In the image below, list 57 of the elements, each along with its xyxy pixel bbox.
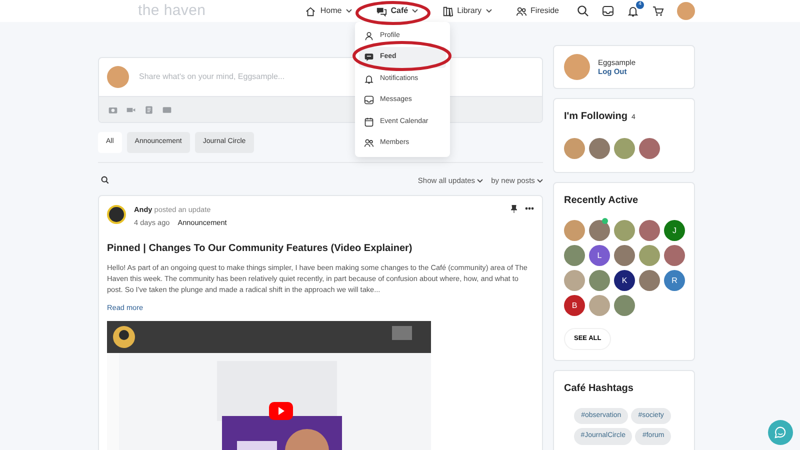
chat-bubble-icon bbox=[364, 52, 374, 62]
play-icon[interactable] bbox=[269, 402, 293, 420]
member-avatar[interactable] bbox=[614, 220, 635, 241]
nav-tab[interactable]: Fireside bbox=[510, 3, 565, 19]
user-avatar bbox=[107, 66, 129, 88]
home-icon bbox=[305, 6, 316, 16]
member-avatar[interactable] bbox=[589, 220, 610, 241]
member-avatar[interactable] bbox=[564, 270, 585, 291]
notifications-icon[interactable] bbox=[627, 5, 639, 17]
cart-icon[interactable] bbox=[652, 5, 664, 17]
member-avatar[interactable] bbox=[589, 295, 610, 316]
more-options-icon[interactable] bbox=[525, 207, 534, 210]
chat-icon bbox=[774, 426, 787, 439]
pin-icon bbox=[511, 204, 517, 213]
user-avatar[interactable] bbox=[564, 54, 590, 80]
inbox-icon[interactable] bbox=[602, 5, 614, 17]
member-avatar[interactable] bbox=[564, 138, 585, 159]
member-avatar[interactable]: K bbox=[614, 270, 635, 291]
member-avatar[interactable]: L bbox=[589, 245, 610, 266]
nav-tab[interactable]: Café bbox=[370, 3, 424, 19]
widget-title: Café Hashtags bbox=[564, 382, 634, 396]
member-avatar[interactable] bbox=[639, 220, 660, 241]
caret-icon bbox=[537, 178, 543, 183]
post-title[interactable]: Pinned | Changes To Our Community Features (Video Explainer) bbox=[107, 240, 534, 256]
search-icon[interactable] bbox=[101, 176, 109, 184]
widget-title: Recently Active bbox=[564, 194, 640, 208]
member-avatar[interactable] bbox=[639, 245, 660, 266]
people-icon bbox=[516, 6, 527, 16]
calendar-icon bbox=[364, 116, 374, 127]
member-avatar[interactable] bbox=[614, 138, 635, 159]
search-icon[interactable] bbox=[577, 5, 589, 17]
chat-button[interactable] bbox=[768, 420, 793, 445]
inbox-icon bbox=[364, 95, 374, 106]
nav-tab[interactable]: Home bbox=[299, 3, 358, 19]
author-avatar[interactable] bbox=[107, 204, 126, 224]
people-icon bbox=[364, 138, 374, 148]
chat-bubbles-icon bbox=[376, 6, 387, 16]
member-avatar[interactable] bbox=[639, 270, 660, 291]
member-avatar[interactable] bbox=[589, 138, 610, 159]
member-avatar[interactable] bbox=[564, 220, 585, 241]
member-avatar[interactable]: B bbox=[564, 295, 585, 316]
member-avatar[interactable] bbox=[664, 245, 685, 266]
nav-tab[interactable]: Library bbox=[436, 3, 498, 19]
member-avatar[interactable]: R bbox=[664, 270, 685, 291]
user-icon bbox=[364, 30, 374, 41]
document-icon[interactable] bbox=[144, 104, 154, 116]
widget-title: I'm Following bbox=[564, 110, 628, 124]
user-avatar[interactable] bbox=[677, 2, 695, 20]
books-icon bbox=[442, 6, 454, 16]
caret-icon bbox=[477, 178, 484, 183]
member-avatar[interactable] bbox=[614, 245, 635, 266]
member-avatar[interactable] bbox=[564, 245, 585, 266]
member-avatar[interactable]: J bbox=[664, 220, 685, 241]
bell-icon bbox=[364, 74, 374, 84]
member-avatar[interactable] bbox=[614, 295, 635, 316]
member-avatar[interactable] bbox=[639, 138, 660, 159]
member-avatar[interactable] bbox=[589, 270, 610, 291]
